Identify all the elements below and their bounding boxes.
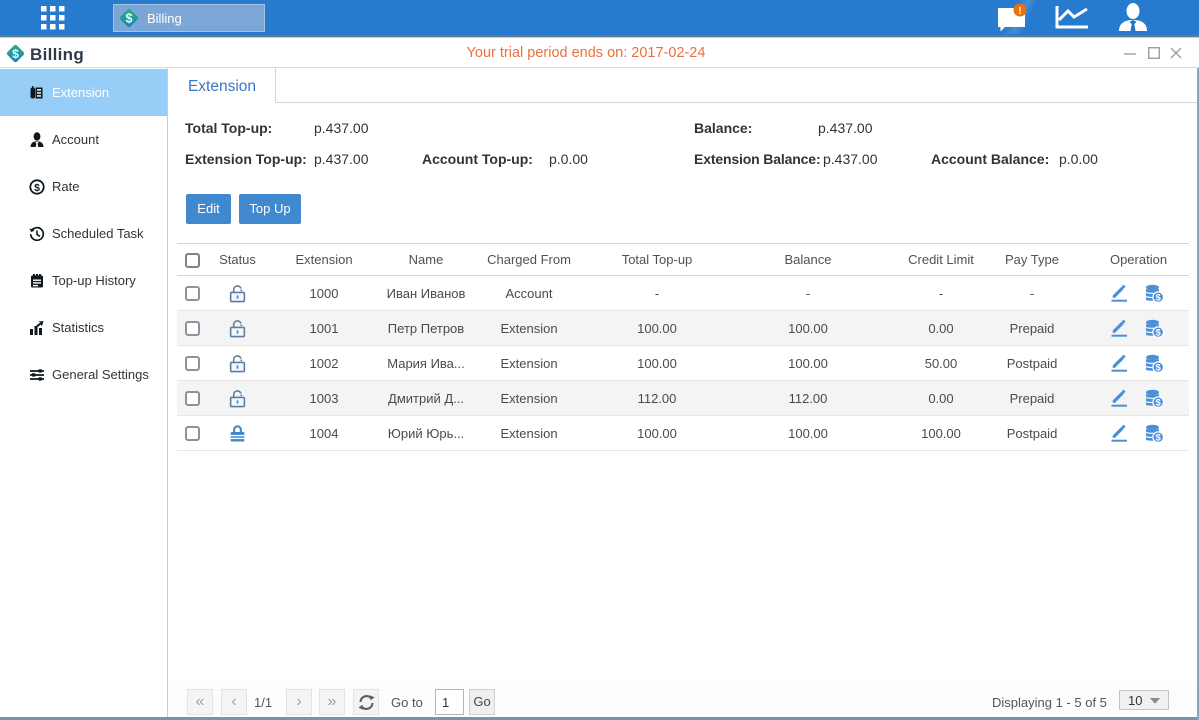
svg-text:$: $ (1156, 432, 1162, 442)
svg-text:$: $ (1156, 327, 1162, 337)
svg-text:$: $ (1156, 362, 1162, 372)
svg-text:$: $ (1156, 397, 1162, 407)
svg-text:!: ! (1018, 6, 1021, 17)
svg-text:$: $ (34, 182, 40, 194)
svg-text:$: $ (1156, 292, 1162, 302)
svg-text:$: $ (125, 11, 132, 26)
